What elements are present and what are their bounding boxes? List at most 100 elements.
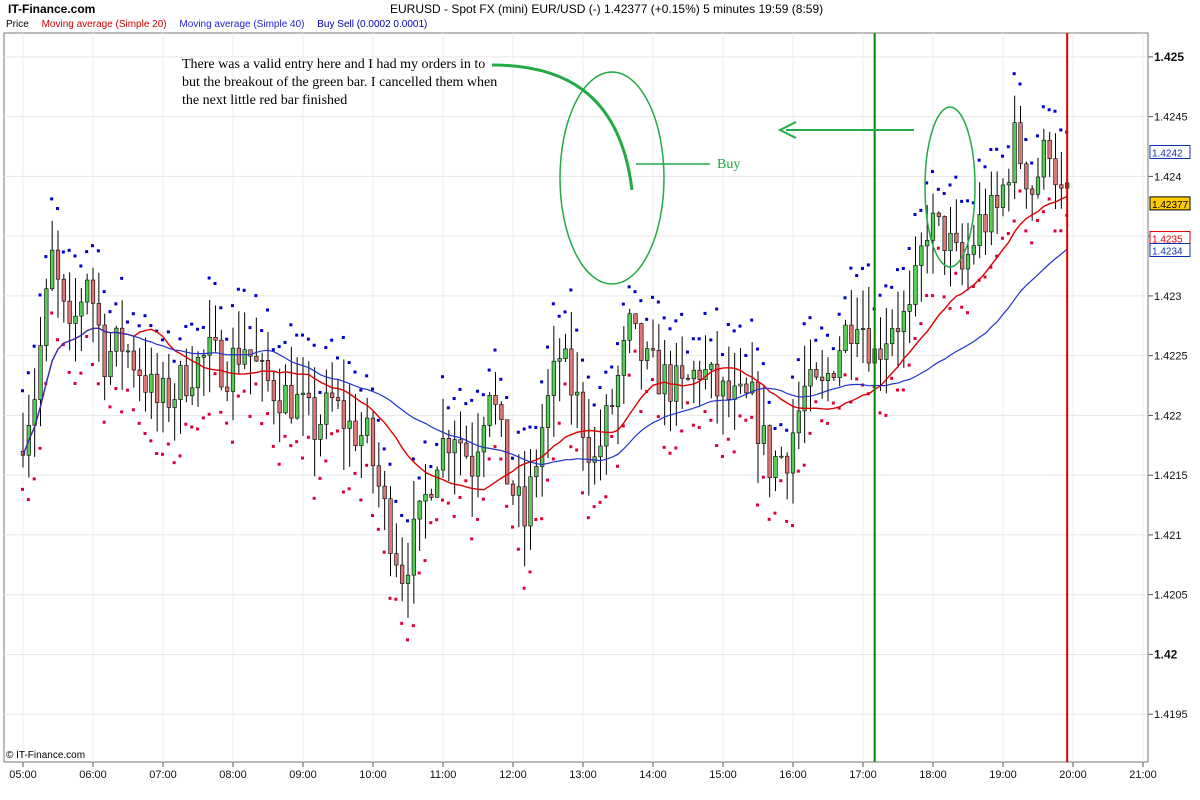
buy-dot (546, 345, 549, 349)
sell-dot (1018, 189, 1022, 193)
candle-body (195, 357, 201, 389)
buy-dot (756, 347, 759, 351)
candle-body (802, 385, 807, 412)
candle-body (942, 216, 947, 252)
sell-dot (388, 596, 392, 600)
buy-dot (1030, 161, 1034, 165)
sell-dot (1030, 241, 1034, 245)
candle-body (90, 279, 96, 304)
sell-dot (557, 421, 561, 425)
buy-dot (382, 447, 386, 451)
candle-body (411, 518, 416, 576)
candle-body (236, 347, 241, 365)
buy-dot (44, 255, 48, 259)
candle-body (312, 397, 317, 440)
buy-dot (295, 333, 299, 337)
sell-dot (586, 516, 590, 520)
buy-dot (942, 191, 946, 195)
sell-dot (178, 454, 182, 458)
candle-body (365, 417, 370, 436)
sell-dot (236, 394, 240, 398)
sell-dot (546, 478, 549, 482)
candle-body (271, 380, 276, 402)
sell-dot (324, 459, 328, 463)
candle-body (289, 384, 294, 419)
buy-dot (890, 285, 894, 289)
buy-dot (38, 293, 42, 297)
buy-dot (324, 346, 328, 350)
sell-dot (365, 463, 369, 467)
sell-dot (878, 411, 882, 415)
sell-dot (831, 401, 835, 405)
buy-dot (761, 362, 765, 366)
buy-dot (604, 370, 608, 374)
sell-dot (633, 349, 637, 353)
buy-dot (732, 329, 736, 333)
buy-dot (120, 276, 124, 280)
sell-dot (481, 497, 485, 501)
candle-body (394, 553, 399, 566)
sell-dot (511, 525, 514, 529)
sell-dot (651, 378, 654, 382)
sell-dot (551, 457, 555, 461)
sell-dot (161, 452, 164, 456)
candle-body (831, 373, 836, 379)
buy-dot (254, 294, 258, 298)
candle-body (843, 324, 848, 351)
sell-dot (954, 271, 958, 275)
candle-body (458, 439, 463, 444)
sell-dot (761, 475, 765, 479)
buy-dot (178, 337, 182, 341)
buy-dot (225, 337, 229, 341)
y-tick-label: 1.4205 (1154, 590, 1188, 602)
buy-dot (831, 347, 835, 351)
sell-dot (674, 446, 678, 450)
y-tick-label: 1.422 (1154, 410, 1182, 422)
candle-body (306, 392, 311, 398)
sell-dot (429, 521, 433, 525)
buy-dot (201, 325, 205, 329)
sell-dot (499, 457, 503, 461)
buy-dot (948, 183, 952, 187)
sell-dot (464, 479, 468, 483)
candle-body (633, 313, 638, 324)
candle-body (691, 369, 696, 380)
candle-body (1018, 122, 1023, 165)
x-tick-label: 09:00 (289, 769, 317, 781)
buy-dot (686, 350, 689, 354)
x-tick-label: 10:00 (359, 769, 387, 781)
sell-dot (341, 490, 345, 494)
candle-body (779, 455, 784, 458)
buy-dot (481, 393, 485, 397)
candle-body (470, 455, 475, 477)
sell-dot (201, 416, 205, 420)
candle-body (662, 364, 667, 395)
sell-dot (67, 370, 71, 374)
annotation-note: There was a valid entry here and I had m… (182, 57, 498, 108)
buy-dot (394, 499, 398, 503)
sell-dot (73, 381, 77, 385)
buy-dot (91, 244, 94, 248)
candle-body (254, 355, 259, 362)
sell-dot (242, 389, 246, 393)
buy-dot (616, 342, 619, 346)
buy-annotation: Buy (717, 157, 741, 172)
sell-dot (662, 445, 666, 449)
buy-dot (767, 400, 771, 404)
buy-dot (744, 354, 748, 358)
candle-body (627, 313, 632, 341)
buy-dot (102, 290, 106, 294)
sell-dot (231, 440, 234, 444)
buy-dot (376, 418, 380, 422)
price-chart[interactable]: 1.4251.42451.4241.42351.4231.42251.4221.… (0, 0, 1200, 800)
candle-body (388, 498, 393, 554)
buy-dot (522, 427, 526, 431)
buy-dot (884, 284, 888, 288)
buy-dot (301, 333, 304, 337)
buy-dot (452, 397, 456, 401)
candle-body (1041, 139, 1046, 178)
buy-dot (551, 302, 555, 306)
candle-body (487, 395, 492, 426)
candle-body (890, 328, 895, 345)
sell-dot (435, 518, 439, 522)
